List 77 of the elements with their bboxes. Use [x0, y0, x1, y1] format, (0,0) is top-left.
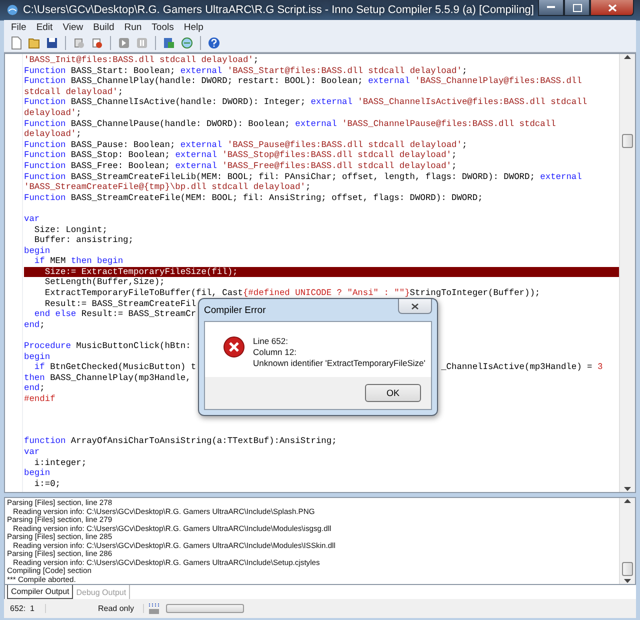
- window-title: C:\Users\GCv\Desktop\R.G. Gamers UltraARC\R.G Script.iss - Inno Setup Compiler 5.5.9 (a) [Compiling]: [22, 4, 534, 16]
- app-icon: [6, 3, 19, 17]
- code-line: Function BASS_Stop: Boolean; external 'BASS_Stop@files:BASS.dll stdcall delayload';: [24, 150, 457, 161]
- tab[interactable]: Compiler Output: [7, 585, 74, 599]
- code-line: stdcall delayload';: [24, 86, 124, 98]
- scrollbar-thumb[interactable]: [622, 134, 633, 148]
- menu-item[interactable]: Build: [88, 22, 120, 32]
- help-icon: [207, 36, 221, 50]
- code-line: end;: [24, 383, 45, 394]
- document-icon: [90, 36, 104, 50]
- scrollbar[interactable]: [619, 498, 635, 584]
- scroll-down-icon: [624, 487, 631, 492]
- scroll-up-icon: [624, 498, 631, 503]
- document-icon: [72, 36, 86, 50]
- code-line: i:=0;: [33, 478, 60, 490]
- code-line: Function BASS_Start: Boolean; external 'BASS_Start@files:BASS.dll stdcall delayload';: [24, 66, 468, 76]
- code-line: Buffer: ansistring;: [33, 235, 134, 246]
- code-line: ExtractTemporaryFileToBuffer(fil, Cast{#defined UNICODE ? "Ansi" : ""}StringToInteger(Buffer));: [44, 288, 540, 299]
- progress-indicator-icon: [148, 602, 160, 614]
- code-line: end else Result:= BASS_StreamCr: [33, 309, 196, 320]
- scrollbar[interactable]: [619, 54, 635, 492]
- close-button[interactable]: [590, 0, 634, 16]
- error-message: Line 652: Column 12: Unknown identifier 'ExtractTemporaryFileSize': [253, 336, 426, 370]
- code-line: Function BASS_ChannelIsActive(handle: DWORD): Integer; external 'BASS_ChannelIsActive@files:BASS.dll stdcall: [24, 97, 588, 108]
- code-line: 'BASS_Init@files:BASS.dll stdcall delayload';: [24, 55, 259, 66]
- code-line: _ChannelIsActive(mp3Handle) = 3: [441, 362, 603, 372]
- code-line: i:integer;: [33, 458, 87, 468]
- minimize-icon: [547, 6, 555, 9]
- scrollbar-thumb[interactable]: [622, 562, 633, 576]
- code-line: if BtnGetChecked(MusicButton) t: [33, 362, 196, 372]
- close-icon: [608, 4, 616, 12]
- toolbar-button[interactable]: [206, 35, 222, 51]
- pause-icon: [135, 36, 149, 50]
- code-line: delayload';: [24, 108, 82, 119]
- toolbar-button[interactable]: [44, 35, 60, 51]
- code-line: function ArrayOfAnsiCharToAnsiString(a:TTextBuf):AnsiString;: [24, 436, 337, 447]
- code-line: Size: Longint;: [33, 224, 108, 236]
- menu-item[interactable]: File: [6, 22, 32, 32]
- code-line: Function BASS_StreamCreateFileLib(MEM: BOOL; fil: PAnsiChar; offset, length, flags: DWORD): DWORD; external: [24, 172, 582, 182]
- code-line: var: [24, 446, 40, 458]
- error-icon: [223, 336, 245, 358]
- new-file-icon: [9, 36, 23, 50]
- code-line: if MEM then begin: [33, 256, 124, 267]
- ok-button[interactable]: OK: [365, 384, 421, 402]
- code-line: Procedure MusicButtonClick(hBtn:: [24, 341, 191, 352]
- menu-item[interactable]: Edit: [31, 22, 58, 32]
- code-line: Result:= BASS_StreamCreateFil: [44, 298, 196, 310]
- save-icon: [45, 36, 59, 50]
- code-line: Function BASS_Free: Boolean; external 'BASS_Free@files:BASS.dll stdcall delayload';: [24, 160, 457, 172]
- code-line: begin: [24, 246, 50, 256]
- cursor-position: 652: 1: [4, 604, 46, 613]
- folder-icon: [27, 36, 41, 50]
- code-line: Function BASS_Pause: Boolean; external 'BASS_Pause@files:BASS.dll stdcall delayload';: [24, 140, 468, 150]
- menu-item[interactable]: Tools: [146, 22, 179, 32]
- code-line: then BASS_ChannelPlay(mp3Handle,: [24, 372, 191, 384]
- minimize-button[interactable]: [538, 0, 564, 16]
- code-line: 'BASS_StreamCreateFile@{tmp}\bp.dll stdcall delayload';: [24, 182, 311, 193]
- code-line: begin: [24, 352, 50, 362]
- play-icon: [117, 36, 131, 50]
- edit-mode: Read only: [92, 604, 144, 613]
- code-line: var: [24, 214, 40, 224]
- maximize-icon: [572, 4, 582, 12]
- dialog-title: Compiler Error: [204, 304, 266, 316]
- dialog-close-button[interactable]: [398, 299, 432, 314]
- maximize-button[interactable]: [564, 0, 590, 16]
- menu-item[interactable]: Run: [119, 22, 147, 32]
- code-line: #endif: [24, 394, 56, 405]
- code-line: SetLength(Buffer,Size);: [44, 277, 165, 288]
- code-line: end;: [24, 320, 45, 330]
- menu-item[interactable]: Help: [178, 22, 208, 32]
- menu-item[interactable]: View: [58, 22, 88, 32]
- code-line: Function BASS_ChannelPlay(handle: DWORD; restart: BOOL): Boolean; external 'BASS_ChannelPlay@files:BASS.dll: [24, 76, 582, 87]
- close-icon: [411, 302, 419, 310]
- code-line: delayload';: [24, 129, 82, 140]
- code-line: Function BASS_ChannelPause(handle: DWORD): Boolean; external 'BASS_ChannelPause@files:BASS.dll stdcall: [24, 118, 556, 130]
- code-line: Function BASS_StreamCreateFile(MEM: BOOL; fil: AnsiString; offset, flags: DWORD): DWORD;: [24, 192, 483, 204]
- code-line: begin: [24, 468, 50, 479]
